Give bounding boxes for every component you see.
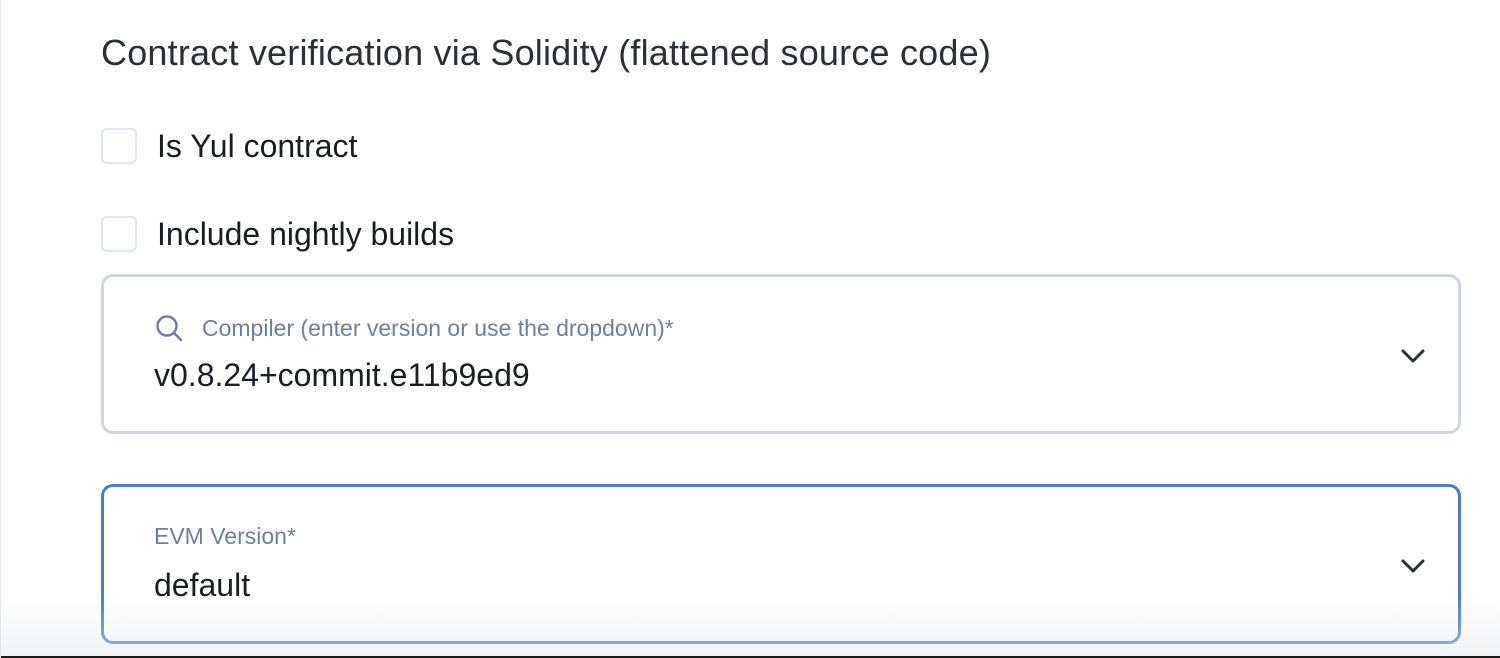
nightly-builds-label[interactable]: Include nightly builds bbox=[157, 216, 454, 253]
verification-form: Contract verification via Solidity (flat… bbox=[0, 0, 1500, 658]
compiler-field-label-row: Compiler (enter version or use the dropd… bbox=[154, 313, 674, 343]
evm-version-select[interactable]: EVM Version* default bbox=[101, 484, 1461, 644]
evm-version-label: EVM Version* bbox=[154, 523, 296, 549]
search-icon bbox=[154, 313, 184, 343]
chevron-down-icon[interactable] bbox=[1398, 551, 1428, 581]
page-title: Contract verification via Solidity (flat… bbox=[101, 32, 992, 73]
yul-contract-checkbox[interactable] bbox=[101, 128, 137, 164]
evm-version-value[interactable]: default bbox=[154, 567, 250, 604]
yul-contract-option[interactable]: Is Yul contract bbox=[101, 126, 357, 166]
compiler-field-label: Compiler (enter version or use the dropd… bbox=[202, 314, 674, 341]
nightly-builds-checkbox[interactable] bbox=[101, 216, 137, 252]
yul-contract-label[interactable]: Is Yul contract bbox=[157, 128, 357, 165]
compiler-select[interactable]: Compiler (enter version or use the dropd… bbox=[101, 274, 1461, 434]
chevron-down-icon[interactable] bbox=[1398, 341, 1428, 371]
compiler-input[interactable]: v0.8.24+commit.e11b9ed9 bbox=[154, 357, 530, 394]
nightly-builds-option[interactable]: Include nightly builds bbox=[101, 214, 454, 254]
